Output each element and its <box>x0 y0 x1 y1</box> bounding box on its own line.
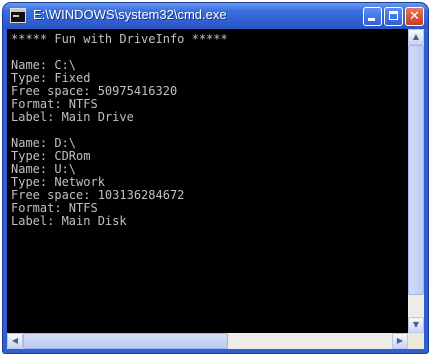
scroll-left-button[interactable]: ◀ <box>7 333 23 349</box>
console-window: E:\WINDOWS\system32\cmd.exe ✕ ***** Fun … <box>3 3 428 353</box>
scroll-right-button[interactable]: ▶ <box>392 333 408 349</box>
console-line: Label: Main Drive <box>11 110 134 124</box>
horizontal-scroll-thumb[interactable] <box>23 333 228 349</box>
arrow-right-icon: ▶ <box>396 336 404 345</box>
minimize-icon <box>368 18 375 21</box>
console-app-icon[interactable] <box>10 8 26 23</box>
console-line: Label: Main Disk <box>11 214 127 228</box>
arrow-left-icon: ◀ <box>11 336 19 345</box>
console-output[interactable]: ***** Fun with DriveInfo ***** Name: C:\… <box>7 29 408 333</box>
title-bar[interactable]: E:\WINDOWS\system32\cmd.exe ✕ <box>3 3 428 29</box>
console-line: ***** Fun with DriveInfo ***** <box>11 32 228 46</box>
scroll-up-button[interactable]: ▲ <box>408 29 424 45</box>
window-title: E:\WINDOWS\system32\cmd.exe <box>33 7 227 22</box>
console-client-area: ***** Fun with DriveInfo ***** Name: C:\… <box>7 29 424 349</box>
maximize-icon <box>389 11 398 20</box>
arrow-down-icon: ▼ <box>412 320 420 329</box>
scroll-down-button[interactable]: ▼ <box>408 317 424 333</box>
close-button[interactable]: ✕ <box>405 7 424 26</box>
vertical-scroll-thumb[interactable] <box>408 45 424 295</box>
vertical-scrollbar[interactable]: ▲ ▼ <box>408 29 424 333</box>
minimize-button[interactable] <box>363 7 382 26</box>
close-icon: ✕ <box>409 9 420 24</box>
maximize-button[interactable] <box>384 7 403 26</box>
arrow-up-icon: ▲ <box>412 32 420 41</box>
scrollbar-corner <box>408 333 424 349</box>
horizontal-scrollbar[interactable]: ◀ ▶ <box>7 333 408 349</box>
